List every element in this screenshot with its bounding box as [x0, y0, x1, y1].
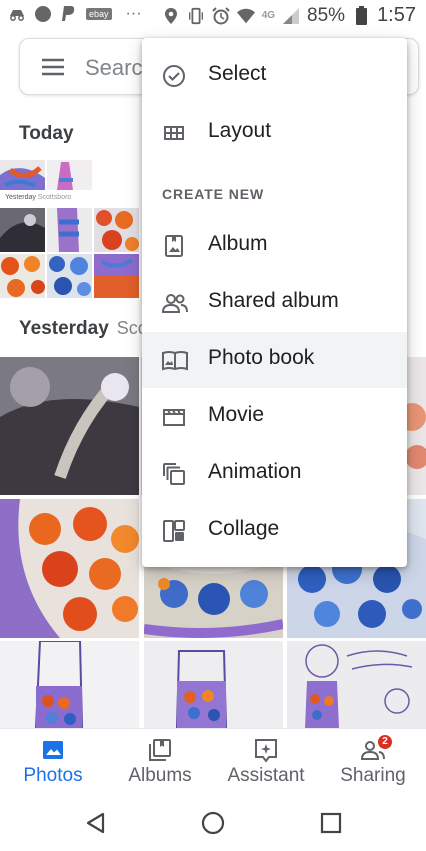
photo-thumbnail[interactable]: [47, 254, 92, 298]
yesterday-label: Yesterday: [19, 318, 109, 339]
photo-thumbnail[interactable]: [144, 641, 283, 728]
clock: 1:57: [377, 4, 416, 26]
shared-album-icon: [161, 291, 188, 315]
menu-item-animation[interactable]: Animation: [142, 446, 407, 502]
photo-thumbnail[interactable]: [0, 254, 45, 298]
paypal-icon: [60, 5, 78, 23]
photo-thumbnail[interactable]: [94, 208, 139, 252]
menu-item-layout[interactable]: Layout: [142, 105, 407, 161]
battery-percentage: 85%: [307, 4, 346, 26]
system-navigation-bar: [0, 798, 426, 851]
animation-icon: [162, 462, 186, 486]
albums-icon: [147, 737, 173, 763]
menu-item-label: Collage: [208, 517, 280, 540]
status-bar: ebay ··· 4G 85% 1:57: [0, 0, 426, 32]
photo-book-icon: [162, 348, 188, 372]
back-button[interactable]: [83, 810, 109, 836]
menu-item-album[interactable]: Album: [142, 218, 407, 274]
menu-item-movie[interactable]: Movie: [142, 389, 407, 445]
check-circle-icon: [162, 64, 186, 88]
menu-item-label: Layout: [208, 119, 272, 142]
overflow-menu: Select Layout CREATE NEW Album Shared al…: [142, 38, 407, 567]
menu-item-photo-book[interactable]: Photo book: [142, 332, 407, 388]
incognito-icon: [8, 5, 26, 23]
inline-date-caption: Yesterday Scottsboro: [0, 191, 92, 207]
menu-item-shared-album[interactable]: Shared album: [142, 275, 407, 331]
tab-label: Albums: [128, 765, 192, 786]
photo-thumbnail[interactable]: [94, 254, 139, 298]
assistant-icon: [253, 737, 279, 763]
inline-date-label: Yesterday: [5, 194, 36, 201]
recents-button[interactable]: [318, 810, 344, 836]
menu-item-label: Movie: [208, 403, 265, 426]
bottom-navigation: Photos Albums Assistant 2 Sharing: [0, 728, 426, 798]
tab-albums[interactable]: Albums: [119, 729, 201, 799]
photo-thumbnail[interactable]: [0, 499, 139, 638]
tab-photos[interactable]: Photos: [14, 729, 92, 799]
notification-badge: 2: [378, 735, 392, 749]
menu-item-label: Select: [208, 62, 267, 85]
sharing-icon: 2: [360, 735, 392, 763]
photos-icon: [40, 737, 66, 763]
menu-item-label: Photo book: [208, 346, 315, 369]
wifi-icon: [236, 7, 255, 25]
inline-location-label: Scottsboro: [37, 194, 72, 201]
signal-icon: [282, 7, 300, 25]
tab-label: Sharing: [340, 765, 406, 786]
section-header-today: Today: [19, 123, 74, 144]
battery-icon: [352, 6, 370, 25]
collage-icon: [162, 519, 186, 543]
menu-item-label: Album: [208, 232, 268, 255]
movie-icon: [162, 405, 186, 429]
photo-thumbnail[interactable]: [0, 160, 45, 190]
ebay-icon: ebay: [86, 8, 112, 20]
menu-item-label: Shared album: [208, 289, 339, 312]
alarm-icon: [211, 6, 230, 25]
photo-thumbnail[interactable]: [47, 208, 92, 252]
album-icon: [162, 234, 186, 258]
vibrate-icon: [187, 7, 205, 25]
menu-item-collage[interactable]: Collage: [142, 503, 407, 559]
home-button[interactable]: [200, 810, 226, 836]
location-icon: [162, 7, 180, 25]
google-photos-screen: ebay ··· 4G 85% 1:57 Search Today Yester…: [0, 0, 426, 851]
photo-thumbnail[interactable]: [287, 641, 426, 728]
grid-icon: [162, 121, 186, 145]
tab-sharing[interactable]: 2 Sharing: [330, 729, 416, 799]
tab-assistant[interactable]: Assistant: [216, 729, 316, 799]
network-type: 4G: [261, 10, 276, 21]
more-notifications: ···: [125, 5, 142, 22]
photo-thumbnail[interactable]: [0, 641, 139, 728]
menu-item-label: Animation: [208, 460, 302, 483]
photo-thumbnail[interactable]: [0, 208, 45, 252]
tab-label: Photos: [23, 765, 83, 786]
create-new-header: CREATE NEW: [162, 186, 265, 202]
photo-thumbnail[interactable]: [0, 357, 139, 495]
menu-item-select[interactable]: Select: [142, 48, 407, 104]
hamburger-menu-icon[interactable]: [41, 57, 65, 82]
photo-thumbnail[interactable]: [47, 160, 92, 190]
circle-notification-icon: [34, 5, 52, 23]
tab-label: Assistant: [227, 765, 305, 786]
